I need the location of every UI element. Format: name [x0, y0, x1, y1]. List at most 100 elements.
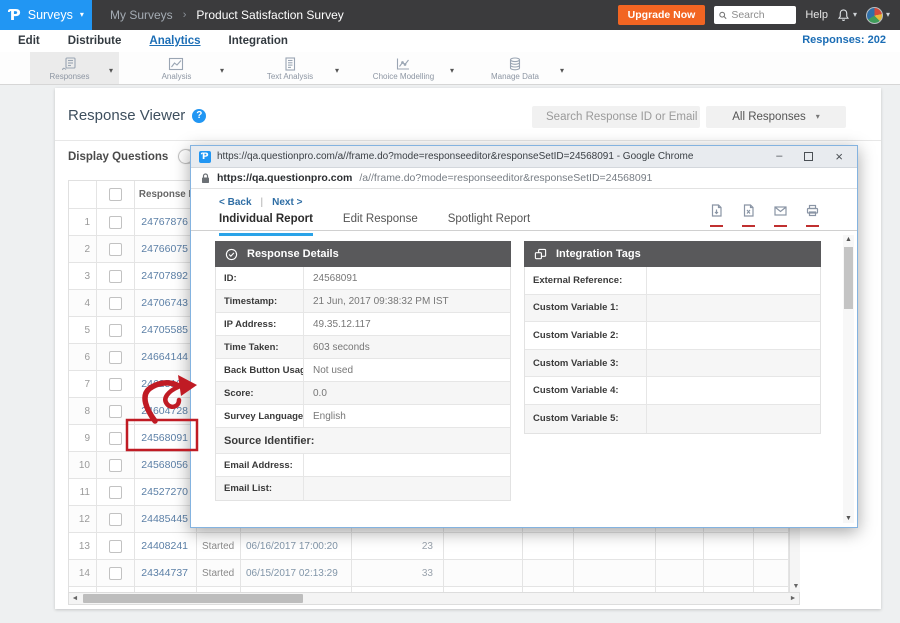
response-search-input[interactable]	[546, 111, 700, 123]
response-id-link[interactable]: 24705585	[135, 317, 197, 344]
help-link[interactable]: Help	[805, 9, 828, 21]
response-id-link[interactable]: 24527270	[135, 479, 197, 506]
detail-row: Custom Variable 5:	[525, 405, 820, 433]
row-checkbox[interactable]	[109, 540, 122, 553]
window-title: https://qa.questionpro.com/a//frame.do?m…	[217, 151, 770, 162]
response-id-link[interactable]: 24766075	[135, 236, 197, 263]
chevron-down-icon[interactable]: ▾	[560, 66, 570, 75]
row-checkbox[interactable]	[109, 513, 122, 526]
tab-edit[interactable]: Edit	[18, 35, 40, 47]
minimize-button[interactable]: –	[776, 151, 782, 162]
row-checkbox[interactable]	[109, 243, 122, 256]
close-button[interactable]: ×	[835, 150, 843, 163]
tab-edit-response[interactable]: Edit Response	[343, 213, 418, 236]
response-id-link[interactable]: 24344737	[135, 560, 197, 587]
row-checkbox[interactable]	[109, 486, 122, 499]
account-menu[interactable]: ▾	[866, 7, 890, 24]
print-button[interactable]	[806, 204, 819, 227]
export-excel-button[interactable]	[742, 204, 755, 227]
table-cell	[754, 560, 789, 587]
row-checkbox[interactable]	[109, 297, 122, 310]
chevron-down-icon[interactable]: ▾	[109, 66, 119, 75]
scroll-down-icon[interactable]: ▼	[843, 515, 854, 522]
window-controls: – ×	[776, 150, 849, 163]
scroll-down-icon[interactable]: ▼	[790, 583, 800, 590]
ribbon-choice-modelling[interactable]: Choice Modelling ▾	[357, 52, 460, 84]
row-number: 9	[69, 425, 97, 452]
product-menu[interactable]: Ƥ Surveys ▾	[0, 0, 92, 30]
divider: |	[261, 197, 264, 208]
row-checkbox[interactable]	[109, 324, 122, 337]
upgrade-now-button[interactable]: Upgrade Now	[618, 5, 706, 25]
detail-row: Custom Variable 4:	[525, 377, 820, 405]
scroll-left-icon[interactable]: ◄	[69, 593, 81, 604]
pagination-links: < Back | Next >	[219, 197, 302, 208]
favicon: Ƥ	[199, 151, 211, 163]
row-checkbox[interactable]	[109, 405, 122, 418]
maximize-button[interactable]	[804, 152, 813, 161]
ribbon-analysis[interactable]: Analysis ▾	[133, 52, 230, 84]
global-search-input[interactable]	[731, 9, 791, 21]
response-id-link[interactable]: 24706743	[135, 290, 197, 317]
window-content: < Back | Next > Individual Report Edit R…	[191, 189, 857, 527]
detail-label: Timestamp:	[216, 290, 304, 312]
response-id-link[interactable]: 24664144	[135, 344, 197, 371]
row-checkbox[interactable]	[109, 567, 122, 580]
row-checkbox[interactable]	[109, 351, 122, 364]
scroll-right-icon[interactable]: ►	[787, 593, 799, 604]
tab-individual-report[interactable]: Individual Report	[219, 213, 313, 236]
chevron-down-icon: ▾	[80, 11, 84, 19]
row-number: 5	[69, 317, 97, 344]
next-link[interactable]: Next >	[272, 197, 302, 208]
checkbox-cell	[97, 263, 135, 290]
response-id-link[interactable]: 24604728	[135, 398, 197, 425]
window-titlebar[interactable]: Ƥ https://qa.questionpro.com/a//frame.do…	[191, 146, 857, 168]
detail-label: Custom Variable 2:	[525, 322, 647, 349]
export-pdf-button[interactable]	[710, 204, 723, 227]
url-bar[interactable]: https://qa.questionpro.com/a//frame.do?m…	[191, 168, 857, 189]
table-horizontal-scrollbar[interactable]: ◄ ►	[68, 592, 800, 605]
chevron-down-icon[interactable]: ▾	[220, 66, 230, 75]
response-id-link[interactable]: 24568091	[135, 425, 197, 452]
notifications-menu[interactable]: ▾	[837, 8, 857, 22]
tab-spotlight-report[interactable]: Spotlight Report	[448, 213, 530, 236]
scrollbar-thumb[interactable]	[83, 594, 303, 603]
back-link[interactable]: < Back	[219, 197, 252, 208]
chevron-down-icon[interactable]: ▾	[450, 66, 460, 75]
row-checkbox[interactable]	[109, 216, 122, 229]
ribbon-manage-data[interactable]: Manage Data ▾	[470, 52, 570, 84]
tab-integration[interactable]: Integration	[229, 35, 288, 47]
integration-tags-panel: Integration Tags External Reference:Cust…	[524, 241, 821, 434]
row-checkbox[interactable]	[109, 270, 122, 283]
response-id-link[interactable]: 24408241	[135, 533, 197, 560]
response-id-link[interactable]: 24707892	[135, 263, 197, 290]
response-id-link[interactable]: 24767876	[135, 209, 197, 236]
row-checkbox[interactable]	[109, 459, 122, 472]
row-checkbox[interactable]	[109, 378, 122, 391]
response-filter-dropdown[interactable]: All Responses ▾	[706, 106, 846, 128]
response-id-link[interactable]: 24625131	[135, 371, 197, 398]
header-response-id[interactable]: Response ID ▲	[135, 181, 197, 209]
integration-tags-header: Integration Tags	[524, 241, 821, 267]
popup-scrollbar[interactable]: ▲ ▼	[843, 235, 854, 523]
response-id-link[interactable]: 24568056	[135, 452, 197, 479]
row-number: 2	[69, 236, 97, 263]
help-icon[interactable]: ?	[192, 109, 206, 123]
scrollbar-thumb[interactable]	[844, 247, 853, 309]
tab-analytics[interactable]: Analytics	[149, 35, 200, 47]
ribbon-responses[interactable]: Responses ▾	[30, 52, 119, 84]
checkbox-cell	[97, 425, 135, 452]
response-editor-window: Ƥ https://qa.questionpro.com/a//frame.do…	[190, 145, 858, 528]
checkbox-cell	[97, 506, 135, 533]
email-button[interactable]	[774, 204, 787, 227]
chevron-down-icon: ▾	[886, 11, 890, 19]
ribbon-text-analysis[interactable]: Text Analysis ▾	[245, 52, 345, 84]
breadcrumb-my-surveys[interactable]: My Surveys	[110, 8, 173, 22]
scroll-up-icon[interactable]: ▲	[843, 236, 854, 243]
response-id-link[interactable]: 24485445	[135, 506, 197, 533]
responses-count-badge[interactable]: Responses: 202	[802, 34, 886, 46]
select-all-checkbox[interactable]	[109, 188, 122, 201]
row-checkbox[interactable]	[109, 432, 122, 445]
tab-distribute[interactable]: Distribute	[68, 35, 122, 47]
chevron-down-icon[interactable]: ▾	[335, 66, 345, 75]
